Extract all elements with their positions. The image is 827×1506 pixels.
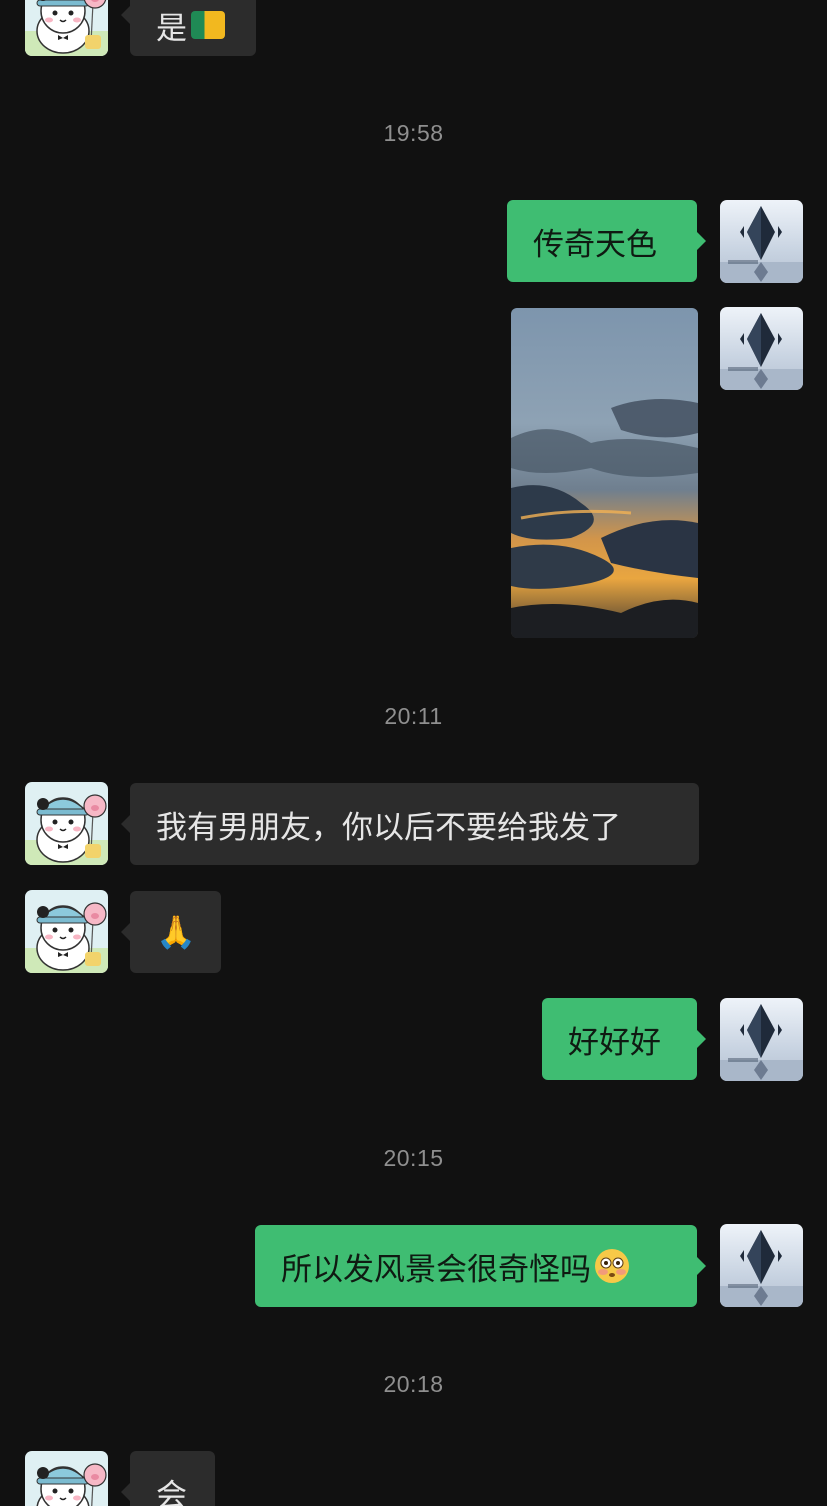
message-text: 会 [156, 1477, 187, 1506]
crystal-avatar-icon [720, 1224, 803, 1307]
sunset-photo [511, 308, 698, 638]
crystal-avatar-icon [720, 200, 803, 283]
outgoing-message[interactable]: 好好好 [542, 998, 706, 1080]
contact-avatar[interactable] [25, 890, 108, 973]
crystal-avatar-icon [720, 307, 803, 390]
incoming-message[interactable]: 会 [121, 1451, 215, 1506]
crystal-avatar-icon [720, 998, 803, 1081]
image-message[interactable] [511, 308, 698, 638]
panda-avatar-icon [25, 1451, 108, 1506]
flushed-face-icon [595, 1249, 629, 1283]
incoming-message[interactable]: 我有男朋友，你以后不要给我发了 [121, 783, 699, 865]
message-text: 传奇天色 [533, 226, 657, 263]
timestamp: 20:18 [383, 1371, 444, 1397]
self-avatar[interactable] [720, 307, 803, 390]
self-avatar[interactable] [720, 200, 803, 283]
message-text: 我有男朋友，你以后不要给我发了 [156, 809, 621, 846]
contact-avatar[interactable] [25, 0, 108, 56]
chat-screen: 是 19:58 传奇天色 20:11 我有男朋友，你以后不要给我发了 🙏 好好好… [0, 0, 827, 1506]
self-avatar[interactable] [720, 998, 803, 1081]
outgoing-message[interactable]: 传奇天色 [507, 200, 706, 282]
incoming-message[interactable]: 是 [121, 0, 256, 56]
self-avatar[interactable] [720, 1224, 803, 1307]
message-text: 是 [156, 10, 187, 47]
thumbs-up-emoji-icon [191, 11, 225, 39]
incoming-message[interactable]: 🙏 [121, 891, 221, 973]
panda-avatar-icon [25, 890, 108, 973]
message-text: 好好好 [568, 1024, 661, 1061]
contact-avatar[interactable] [25, 1451, 108, 1506]
timestamp: 20:15 [383, 1145, 444, 1171]
panda-avatar-icon [25, 0, 108, 56]
timestamp: 19:58 [383, 120, 444, 146]
folded-hands-emoji-icon: 🙏 [156, 913, 196, 951]
timestamp: 20:11 [384, 703, 443, 729]
outgoing-message[interactable]: 所以发风景会很奇怪吗 [255, 1225, 706, 1307]
contact-avatar[interactable] [25, 782, 108, 865]
panda-avatar-icon [25, 782, 108, 865]
message-text: 所以发风景会很奇怪吗 [281, 1251, 591, 1288]
